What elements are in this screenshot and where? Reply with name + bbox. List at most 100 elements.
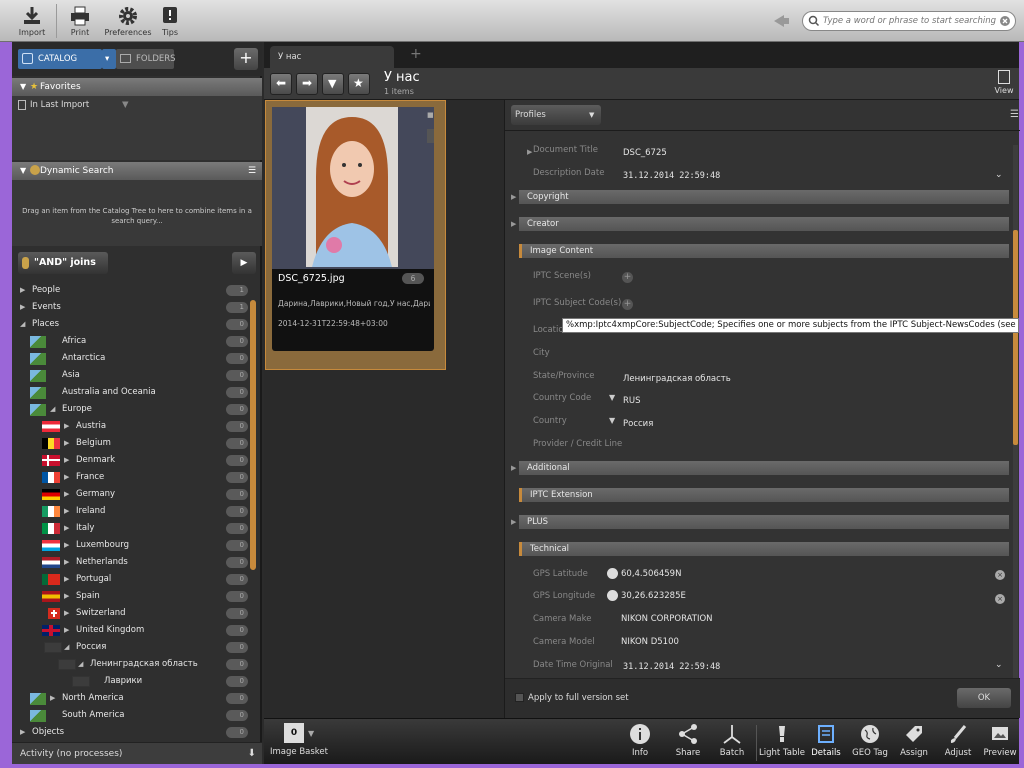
expand-triangle-icon[interactable]: ▶ [64,486,69,503]
thumbnail-card[interactable]: ■ DSC_6725.jpg 6 Дарина,Лаврики,Новый го… [272,107,434,351]
tree-item[interactable]: ▶ North America 0 [12,690,252,707]
tree-item[interactable]: ▶ Ireland 0 [12,503,252,520]
new-tab-button[interactable]: + [410,46,422,62]
tree-item[interactable]: Australia and Oceania 0 [12,384,252,401]
tree-item[interactable]: ▶ People 1 [12,282,252,299]
add-catalog-button[interactable]: + [234,48,258,70]
tree-item[interactable]: ▶ France 0 [12,469,252,486]
basket-icon[interactable]: 0 [284,723,304,743]
tree-item[interactable]: ▶ Spain 0 [12,588,252,605]
broadcast-icon[interactable] [772,12,792,30]
tree-item[interactable]: South America 0 [12,707,252,724]
section-creator[interactable]: ▶ Creator [511,217,1009,231]
chevron-down-icon[interactable]: ▼ [609,416,615,425]
assign-button[interactable]: Assign [894,723,934,763]
tree-item[interactable]: ◢ Europe 0 [12,401,252,418]
light-table-button[interactable]: Light Table [758,723,806,763]
dynamic-search-header[interactable]: ▼ Dynamic Search ☰ [12,162,262,180]
expand-triangle-icon[interactable]: ◢ [78,656,83,673]
date-time-original-field[interactable]: 31.12.2014 22:59:48 [623,662,720,672]
tree-item[interactable]: ▶ Germany 0 [12,486,252,503]
expand-triangle-icon[interactable]: ▶ [64,418,69,435]
metadata-scrollbar[interactable] [1013,230,1018,445]
clear-latitude-icon[interactable]: × [995,570,1005,580]
expand-triangle-icon[interactable]: ▶ [64,622,69,639]
in-last-import-item[interactable]: In Last Import ▼ [18,98,218,112]
tree-item[interactable]: ▶ Netherlands 0 [12,554,252,571]
camera-make-field[interactable]: NIKON CORPORATION [621,614,713,624]
filter-button[interactable]: ▼ [322,73,344,95]
expand-triangle-icon[interactable]: ▶ [64,503,69,520]
country-field[interactable]: Россия [623,419,653,429]
expand-triangle-icon[interactable]: ▶ [64,554,69,571]
image-basket-label[interactable]: Image Basket [270,747,328,757]
camera-model-field[interactable]: NIKON D5100 [621,637,679,647]
gps-longitude-field[interactable]: 30,26.623285E [621,591,686,601]
tree-item[interactable]: Asia 0 [12,367,252,384]
gps-latitude-field[interactable]: 60,4.506459N [621,569,681,579]
tree-item[interactable]: ◢ Ленинградская область 0 [12,656,252,673]
tree-item[interactable]: ▶ Portugal 0 [12,571,252,588]
info-button[interactable]: Info [620,723,660,763]
share-button[interactable]: Share [668,723,708,763]
section-technical[interactable]: Technical [519,542,1009,556]
tree-item[interactable]: ◢ Places 0 [12,316,252,333]
tree-item[interactable]: ▶ United Kingdom 0 [12,622,252,639]
chevron-down-icon[interactable]: ⌄ [995,660,1003,670]
section-plus[interactable]: ▶ PLUS [511,515,1009,529]
expand-triangle-icon[interactable]: ▶ [20,282,25,299]
country-code-field[interactable]: RUS [623,396,641,406]
ok-button[interactable]: OK [957,688,1011,708]
print-button[interactable]: Print [58,3,102,39]
chevron-down-icon[interactable]: ▼ [609,393,615,402]
search-input[interactable] [823,14,1003,28]
tree-item[interactable]: Лаврики 0 [12,673,252,690]
expand-triangle-icon[interactable]: ▶ [64,452,69,469]
more-options-icon[interactable] [427,129,434,143]
tips-button[interactable]: Tips [148,3,192,39]
thumbnail-selection[interactable]: ■ DSC_6725.jpg 6 Дарина,Лаврики,Новый го… [265,100,446,370]
document-title-field[interactable]: DSC_6725 [623,148,667,158]
tree-item[interactable]: ▶ Belgium 0 [12,435,252,452]
expand-triangle-icon[interactable]: ▶ [64,571,69,588]
expand-triangle-icon[interactable]: ▶ [20,299,25,316]
add-subject-icon[interactable]: + [622,299,633,310]
expand-triangle-icon[interactable]: ▶ [20,724,25,741]
expand-triangle-icon[interactable]: ▶ [50,690,55,707]
folders-tab[interactable]: FOLDERS [116,49,176,69]
activity-bar[interactable]: Activity (no processes) ⬇ [12,742,262,764]
tree-item[interactable]: ◢ Россия 0 [12,639,252,656]
menu-icon[interactable]: ☰ [1010,109,1019,120]
profiles-dropdown[interactable]: Profiles ▼ [511,105,601,125]
expand-triangle-icon[interactable]: ▶ [64,435,69,452]
import-button[interactable]: Import [10,3,54,39]
menu-icon[interactable]: ☰ [248,162,256,180]
expand-triangle-icon[interactable]: ▶ [64,605,69,622]
apply-full-checkbox[interactable] [515,693,524,702]
and-joins-dropdown[interactable]: "AND" joins [18,252,108,274]
description-date-field[interactable]: 31.12.2014 22:59:48 [623,171,720,181]
tree-item[interactable]: ▶ Events 1 [12,299,252,316]
expand-triangle-icon[interactable]: ◢ [64,639,69,656]
catalog-tab[interactable]: CATALOG [18,49,102,69]
catalog-dropdown[interactable]: ▾ [102,49,116,69]
tree-item[interactable]: ▶ Italy 0 [12,520,252,537]
expand-triangle-icon[interactable]: ◢ [20,316,25,333]
search-box[interactable] [802,11,1016,31]
preview-button[interactable]: Preview [980,723,1020,763]
tab-u-nas[interactable]: У нас [270,46,394,68]
dynamic-search-area[interactable]: Drag an item from the Catalog Tree to he… [12,180,262,246]
tree-item[interactable]: ▶ Switzerland 0 [12,605,252,622]
section-copyright[interactable]: ▶ Copyright [511,190,1009,204]
globe-icon[interactable] [607,590,618,601]
forward-button[interactable]: ➡ [296,73,318,95]
adjust-button[interactable]: Adjust [938,723,978,763]
globe-icon[interactable] [607,568,618,579]
section-image-content[interactable]: Image Content [519,244,1009,258]
section-iptc-extension[interactable]: IPTC Extension [519,488,1009,502]
section-additional[interactable]: ▶ Additional [511,461,1009,475]
tree-item[interactable]: ▶ Objects 0 [12,724,252,741]
tree-item[interactable]: ▶ Luxembourg 0 [12,537,252,554]
preferences-button[interactable]: Preferences [104,3,152,39]
run-search-button[interactable]: ▶ [232,252,256,274]
